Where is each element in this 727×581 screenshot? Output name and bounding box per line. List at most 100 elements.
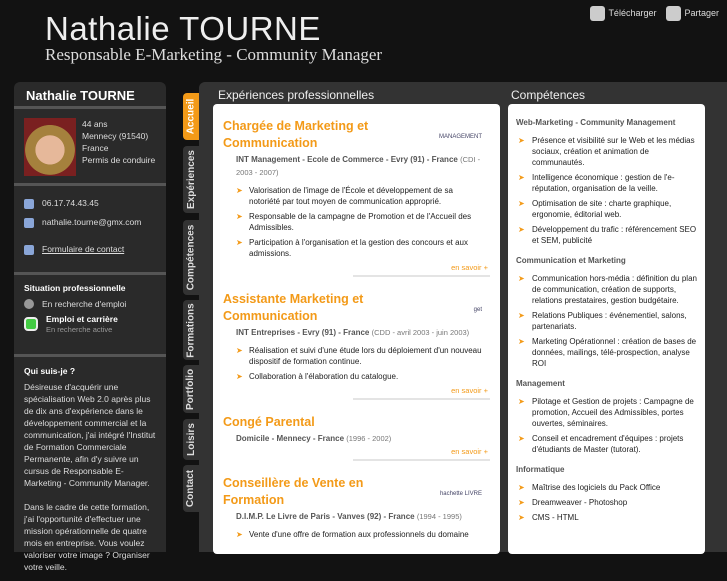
job-task: Responsable de la campagne de Promotion … xyxy=(223,211,490,233)
company-logo: get xyxy=(473,307,482,313)
job-company: INT Entreprises - Evry (91) - France (CD… xyxy=(236,326,490,339)
skill-item: Conseil et encadrement d'équipes : proje… xyxy=(516,433,697,455)
tab-label: Formations xyxy=(185,302,197,358)
site-subtitle: Responsable E-Marketing - Community Mana… xyxy=(45,45,383,64)
city: Mennecy (91540) xyxy=(82,131,149,141)
situation-title: Situation professionnelle xyxy=(24,283,126,293)
job-task: Valorisation de l'image de l'École et dé… xyxy=(223,185,490,207)
about-text: Désireuse d'acquérir une spécialisation … xyxy=(24,382,156,488)
tab-label: Contact xyxy=(185,469,197,508)
job-entry: hachette LIVRE Conseillère de Vente en Fo… xyxy=(223,461,490,540)
company-logo: MANAGEMENT xyxy=(438,134,482,140)
tab-label: Portfolio xyxy=(185,368,197,410)
skill-group: Maîtrise des logiciels du Pack Office Dre… xyxy=(516,482,697,523)
contact-form-link[interactable]: Formulaire de contact xyxy=(42,240,124,259)
form-icon xyxy=(24,244,34,255)
skill-group-title: Web-Marketing - Community Management xyxy=(516,118,676,127)
tab-label: Loisirs xyxy=(185,423,197,456)
job-task: Collaboration à l'élaboration du catalog… xyxy=(223,371,490,382)
career-title: Emploi et carrière xyxy=(46,314,118,324)
more-link[interactable]: en savoir + xyxy=(353,447,490,461)
phone: 06.17.74.43.45 xyxy=(42,198,99,208)
tab-label: Expériences xyxy=(185,150,197,209)
country: France xyxy=(82,143,109,153)
job-entry: MANAGEMENT Chargée de Marketing et Commun… xyxy=(223,104,490,277)
skills-heading: Compétences xyxy=(511,88,586,102)
phone-icon xyxy=(24,198,34,209)
job-task: Vente d'une offre de formation aux profe… xyxy=(223,529,490,540)
download-link[interactable]: Télécharger xyxy=(590,6,656,21)
skill-item: Présence et visibilité sur le Web et les… xyxy=(516,135,697,168)
skill-item: Marketing Opérationnel : création de bas… xyxy=(516,336,697,369)
skill-item: Maîtrise des logiciels du Pack Office xyxy=(516,482,697,493)
share-label: Partager xyxy=(684,7,719,18)
share-link[interactable]: Partager xyxy=(666,6,719,21)
share-icon xyxy=(666,6,682,21)
skill-item: Pilotage et Gestion de projets : Campagn… xyxy=(516,396,697,429)
tab-formations[interactable]: Formations xyxy=(183,300,199,360)
skills-list: Web-Marketing - Community Management Prés… xyxy=(508,104,705,554)
tab-accueil[interactable]: Accueil xyxy=(183,93,199,140)
more-link[interactable]: en savoir + xyxy=(353,386,490,400)
profile-photo xyxy=(24,118,76,176)
tab-label: Accueil xyxy=(185,98,197,135)
job-task: Réalisation et suivi d'une étude lors du… xyxy=(223,345,490,367)
skill-group-title: Communication et Marketing xyxy=(516,256,626,265)
about-title: Qui suis-je ? xyxy=(24,366,76,376)
company: D.I.M.P. Le Livre de Paris - Vanves (92)… xyxy=(236,512,415,521)
situation: Situation professionnelle En recherche d… xyxy=(14,275,166,354)
skill-item: Communication hors-média : définition du… xyxy=(516,273,697,306)
person-icon xyxy=(24,299,34,309)
age: 44 ans xyxy=(82,119,108,129)
job-title: Chargée de Marketing et Communication xyxy=(223,119,369,150)
company: INT Entreprises - Evry (91) - France xyxy=(236,328,370,337)
tab-loisirs[interactable]: Loisirs xyxy=(183,419,199,460)
contact-info: 06.17.74.43.45 nathalie.tourne@gmx.com F… xyxy=(14,186,166,272)
profile: 44 ans Mennecy (91540) France Permis de … xyxy=(14,109,166,183)
about: Qui suis-je ? Désireuse d'acquérir une s… xyxy=(14,357,166,581)
skill-item: Intelligence économique : gestion de l'e… xyxy=(516,172,697,194)
job-company: INT Management - Ecole de Commerce - Evr… xyxy=(236,153,490,179)
job-entry: Congé Parental Domicile - Mennecy - Franc… xyxy=(223,400,490,461)
skill-group-title: Informatique xyxy=(516,465,565,474)
tab-portfolio[interactable]: Portfolio xyxy=(183,365,199,413)
job-period: (CDD - avril 2003 - juin 2003) xyxy=(371,328,470,337)
skill-item: Optimisation de site : charte graphique,… xyxy=(516,198,697,220)
skill-item: Développement du trafic : référencement … xyxy=(516,224,697,246)
job-period: (1996 - 2002) xyxy=(346,434,392,443)
skill-group: Pilotage et Gestion de projets : Campagn… xyxy=(516,396,697,455)
skill-group-title: Management xyxy=(516,379,565,388)
skill-item: Relations Publiques : événementiel, salo… xyxy=(516,310,697,332)
experiences-list: MANAGEMENT Chargée de Marketing et Commun… xyxy=(213,104,500,554)
situation-text: En recherche d'emploi xyxy=(42,299,127,309)
email[interactable]: nathalie.tourne@gmx.com xyxy=(42,213,141,232)
job-title: Conseillère de Vente en Formation xyxy=(223,476,364,507)
skill-group: Présence et visibilité sur le Web et les… xyxy=(516,135,697,246)
about-text: Dans le cadre de cette formation, j'ai l… xyxy=(24,502,150,572)
sidebar: Nathalie TOURNE 44 ans Mennecy (91540) F… xyxy=(14,82,166,572)
download-label: Télécharger xyxy=(608,7,657,18)
company: INT Management - Ecole de Commerce - Evr… xyxy=(236,155,458,164)
status-icon xyxy=(24,317,38,331)
job-company: D.I.M.P. Le Livre de Paris - Vanves (92)… xyxy=(236,510,490,523)
company: Domicile - Mennecy - France xyxy=(236,434,345,443)
tab-contact[interactable]: Contact xyxy=(183,465,199,512)
skill-item: CMS - HTML xyxy=(516,512,697,523)
job-title: Assistante Marketing et Communication xyxy=(223,292,364,323)
experiences-heading: Expériences professionnelles xyxy=(218,88,375,102)
skill-group: Communication hors-média : définition du… xyxy=(516,273,697,369)
job-task: Participation à l'organisation et la ges… xyxy=(223,237,490,259)
company-logo: hachette LIVRE xyxy=(439,491,482,497)
career-status: En recherche active xyxy=(46,325,113,334)
license: Permis de conduire xyxy=(82,155,156,165)
more-link[interactable]: en savoir + xyxy=(353,263,490,277)
job-entry: get Assistante Marketing et Communication… xyxy=(223,277,490,400)
tab-label: Compétences xyxy=(185,224,197,291)
top-links: Télécharger Partager xyxy=(590,6,719,21)
tab-experiences[interactable]: Expériences xyxy=(183,146,199,213)
job-title: Congé Parental xyxy=(223,415,315,429)
tab-competences[interactable]: Compétences xyxy=(183,220,199,295)
sidebar-name: Nathalie TOURNE xyxy=(26,88,135,103)
download-icon xyxy=(590,6,606,21)
site-title: Nathalie TOURNE xyxy=(45,10,321,47)
